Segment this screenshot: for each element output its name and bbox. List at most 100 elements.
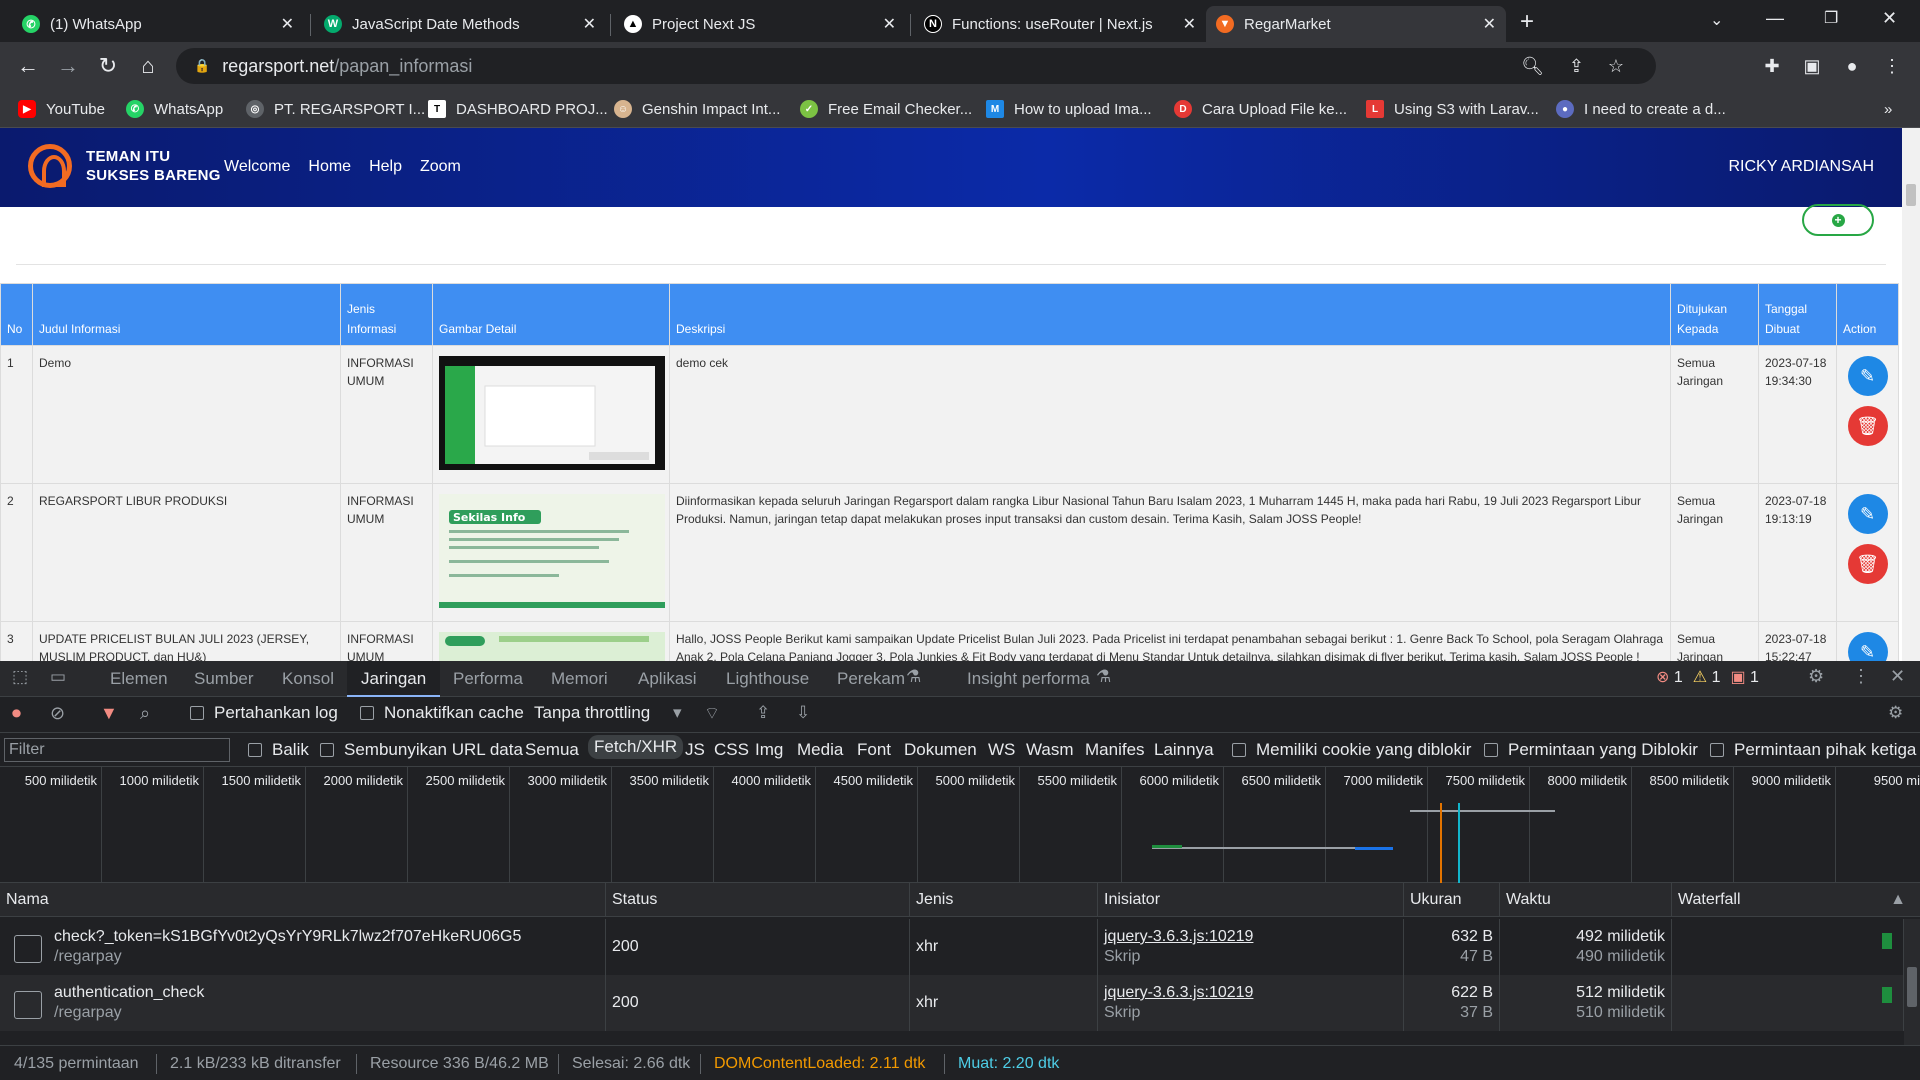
address-bar[interactable]: 🔒 regarsport.net/papan_informasi 🔍︎ ⇪ ☆ [176, 48, 1656, 84]
user-name[interactable]: RICKY ARDIANSAH [1728, 158, 1874, 176]
bookmark-regarsport[interactable]: ◎ PT. REGARSPORT I... [246, 98, 425, 120]
page-scrollbar[interactable] [1902, 128, 1920, 661]
initiator-link[interactable]: jquery-3.6.3.js:10219 [1104, 927, 1403, 947]
tab-js-date[interactable]: W JavaScript Date Methods ✕ [314, 6, 606, 42]
tab-jaringan[interactable]: Jaringan [347, 661, 441, 697]
bookmark-genshin[interactable]: ☺ Genshin Impact Int... [614, 98, 780, 120]
edit-button[interactable]: ✎ [1847, 494, 1888, 534]
scrollbar-thumb[interactable] [1906, 184, 1916, 206]
tab-userouter[interactable]: N Functions: useRouter | Next.js ✕ [914, 6, 1206, 42]
type-js[interactable]: JS [685, 740, 705, 760]
extensions-icon[interactable]: ✚ [1756, 50, 1788, 82]
flyer-thumbnail[interactable]: Sekilas Info [439, 494, 665, 608]
tab-sumber[interactable]: Sumber [194, 661, 254, 697]
col-waterfall[interactable]: Waterfall ▲ [1672, 883, 1920, 917]
disable-cache-checkbox[interactable]: Nonaktifkan cache [360, 703, 524, 723]
bookmark-s3-laravel[interactable]: L Using S3 with Larav... [1366, 98, 1539, 120]
devtools-close-icon[interactable]: ✕ [1890, 666, 1905, 687]
zoom-icon[interactable]: 🔍︎ [1521, 56, 1544, 77]
forward-button[interactable]: → [52, 50, 84, 82]
close-icon[interactable]: ✕ [281, 14, 294, 34]
network-settings-icon[interactable]: ⚙ [1888, 703, 1903, 723]
window-close-button[interactable]: ✕ [1882, 8, 1897, 29]
reload-button[interactable]: ↻ [92, 50, 124, 82]
filter-funnel-icon[interactable]: ▼ [100, 703, 118, 724]
type-wasm[interactable]: Wasm [1026, 740, 1074, 760]
tab-insight-performa[interactable]: Insight performa [967, 661, 1090, 697]
tab-project-next[interactable]: ▲ Project Next JS ✕ [614, 6, 906, 42]
home-button[interactable]: ⌂ [132, 50, 164, 82]
throttling-select[interactable]: Tanpa throttling ▾ [534, 703, 682, 723]
type-all[interactable]: Semua [525, 740, 579, 760]
bookmark-email-checker[interactable]: ✓ Free Email Checker... [800, 98, 972, 120]
tab-memori[interactable]: Memori [551, 661, 608, 697]
add-info-button[interactable]: + [1802, 204, 1874, 236]
edit-button[interactable]: ✎ [1847, 356, 1888, 396]
bookmark-cara-upload[interactable]: D Cara Upload File ke... [1174, 98, 1347, 120]
screenshot-thumbnail[interactable] [439, 356, 665, 470]
type-manifes[interactable]: Manifes [1085, 740, 1145, 760]
type-dokumen[interactable]: Dokumen [904, 740, 977, 760]
close-icon[interactable]: ✕ [1183, 14, 1196, 34]
clear-icon[interactable]: ⊘ [50, 703, 65, 724]
close-icon[interactable]: ✕ [883, 14, 896, 34]
nav-welcome[interactable]: Welcome [224, 158, 290, 176]
nav-help[interactable]: Help [369, 158, 402, 176]
bookmark-upload-image[interactable]: M How to upload Ima... [986, 98, 1152, 120]
col-waktu[interactable]: Waktu [1500, 883, 1672, 917]
console-counters[interactable]: ⊗ 1 ⚠ 1 ▣ 1 [1656, 667, 1759, 687]
inspect-icon[interactable]: ⬚ [12, 667, 28, 687]
bookmark-dashboard[interactable]: T DASHBOARD PROJ... [428, 98, 608, 120]
upload-icon[interactable]: ⇪ [756, 703, 770, 723]
tab-regarmarket[interactable]: ▼ RegarMarket ✕ [1206, 6, 1506, 42]
device-toolbar-icon[interactable]: ▭ [50, 667, 66, 687]
delete-button[interactable]: 🗑︎ [1847, 406, 1888, 446]
type-css[interactable]: CSS [714, 740, 749, 760]
menu-kebab-icon[interactable]: ⋮ [1876, 50, 1908, 82]
wifi-icon[interactable]: ⌔ [704, 703, 720, 724]
settings-gear-icon[interactable]: ⚙ [1808, 666, 1824, 687]
preserve-log-checkbox[interactable]: Pertahankan log [190, 703, 338, 723]
bookmark-youtube[interactable]: ▶ YouTube [18, 98, 105, 120]
type-font[interactable]: Font [857, 740, 891, 760]
requests-scrollbar[interactable] [1904, 919, 1920, 1045]
type-lainnya[interactable]: Lainnya [1154, 740, 1214, 760]
blocked-cookies-checkbox[interactable]: Memiliki cookie yang diblokir [1232, 740, 1471, 760]
tab-aplikasi[interactable]: Aplikasi [638, 661, 697, 697]
type-img[interactable]: Img [755, 740, 783, 760]
close-icon[interactable]: ✕ [1483, 14, 1496, 34]
request-row[interactable]: authentication_check /regarpay 200 xhr j… [0, 975, 1920, 1031]
minimize-button[interactable]: — [1766, 8, 1784, 29]
tab-performa[interactable]: Performa [453, 661, 523, 697]
delete-button[interactable]: 🗑︎ [1847, 544, 1888, 584]
tab-whatsapp[interactable]: ✆ (1) WhatsApp ✕ [12, 6, 304, 42]
bookmark-whatsapp[interactable]: ✆ WhatsApp [126, 98, 223, 120]
type-ws[interactable]: WS [988, 740, 1015, 760]
hide-data-urls-checkbox[interactable]: Sembunyikan URL data [320, 740, 523, 760]
side-panel-icon[interactable]: ▣ [1796, 50, 1828, 82]
back-button[interactable]: ← [12, 50, 44, 82]
filter-input[interactable]: Filter [4, 738, 230, 762]
pricelist-thumbnail[interactable] [439, 632, 665, 661]
col-ukuran[interactable]: Ukuran [1404, 883, 1500, 917]
nav-zoom[interactable]: Zoom [420, 158, 461, 176]
network-overview[interactable]: 500 milidetik 1000 milidetik 1500 milideti… [0, 767, 1920, 883]
third-party-checkbox[interactable]: Permintaan pihak ketiga [1710, 740, 1916, 760]
blocked-requests-checkbox[interactable]: Permintaan yang Diblokir [1484, 740, 1698, 760]
col-jenis[interactable]: Jenis [910, 883, 1098, 917]
bookmark-create[interactable]: ● I need to create a d... [1556, 98, 1726, 120]
tab-konsol[interactable]: Konsol [282, 661, 334, 697]
share-icon[interactable]: ⇪ [1569, 56, 1584, 77]
profile-icon[interactable]: ● [1836, 50, 1868, 82]
tab-perekam[interactable]: Perekam [837, 661, 905, 697]
search-icon[interactable]: ⌕ [140, 703, 150, 724]
col-inisiator[interactable]: Inisiator [1098, 883, 1404, 917]
maximize-button[interactable]: ❐ [1824, 8, 1838, 28]
tab-elemen[interactable]: Elemen [110, 661, 168, 697]
bookmark-star-icon[interactable]: ☆ [1608, 56, 1624, 77]
initiator-link[interactable]: jquery-3.6.3.js:10219 [1104, 983, 1403, 1003]
col-status[interactable]: Status [606, 883, 910, 917]
type-fetch-xhr[interactable]: Fetch/XHR [588, 735, 684, 759]
devtools-menu-icon[interactable]: ⋮ [1852, 666, 1870, 687]
col-nama[interactable]: Nama [0, 883, 606, 917]
